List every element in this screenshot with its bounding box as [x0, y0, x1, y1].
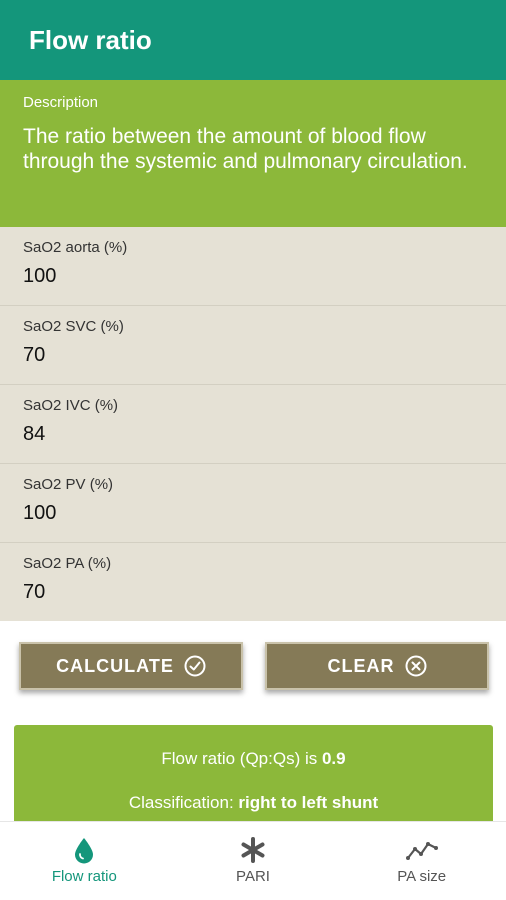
field-label: SaO2 PA (%): [23, 555, 112, 572]
line-chart-icon: [405, 842, 438, 860]
flow-ratio-value: 0.9: [321, 749, 346, 768]
field-sao2-svc: SaO2 SVC (%): [0, 306, 506, 385]
description-heading: Description: [23, 94, 99, 111]
flow-ratio-result: Flow ratio (Qp:Qs) is 0.9: [14, 749, 493, 769]
field-label: SaO2 IVC (%): [23, 397, 119, 414]
description-text: The ratio between the amount of blood fl…: [23, 125, 468, 173]
classification-value: right to left shunt: [238, 793, 379, 812]
clear-button[interactable]: CLEAR: [265, 642, 489, 690]
field-sao2-ivc: SaO2 IVC (%): [0, 385, 506, 464]
asterisk-icon: [241, 837, 265, 863]
field-label: SaO2 PV (%): [23, 476, 114, 493]
sao2-pa-input[interactable]: [23, 581, 483, 604]
page-title: Flow ratio: [29, 24, 152, 55]
flow-ratio-prefix: Flow ratio (Qp:Qs) is: [161, 749, 322, 768]
nav-item-pari[interactable]: PARI: [169, 822, 338, 900]
sao2-aorta-input[interactable]: [23, 265, 483, 288]
description-panel: Description The ratio between the amount…: [0, 80, 506, 227]
app-bar: Flow ratio: [0, 0, 506, 80]
nav-label: PARI: [236, 868, 270, 885]
x-circle-icon: [405, 655, 426, 677]
field-label: SaO2 aorta (%): [23, 239, 128, 256]
sao2-ivc-input[interactable]: [23, 423, 483, 446]
field-sao2-aorta: SaO2 aorta (%): [0, 227, 506, 306]
classification-prefix: Classification:: [128, 793, 239, 812]
nav-label: Flow ratio: [51, 868, 117, 885]
calculate-button[interactable]: CALCULATE: [19, 642, 243, 690]
result-panel: Flow ratio (Qp:Qs) is 0.9 Classification…: [14, 725, 493, 835]
nav-item-pa-size[interactable]: PA size: [337, 822, 506, 900]
input-fields: SaO2 aorta (%) SaO2 SVC (%) SaO2 IVC (%)…: [0, 227, 506, 621]
drop-icon: [75, 838, 94, 864]
field-label: SaO2 SVC (%): [23, 318, 124, 335]
sao2-svc-input[interactable]: [23, 344, 483, 367]
clear-button-label: CLEAR: [327, 655, 395, 676]
field-sao2-pv: SaO2 PV (%): [0, 464, 506, 543]
field-sao2-pa: SaO2 PA (%): [0, 543, 506, 622]
sao2-pv-input[interactable]: [23, 502, 483, 525]
check-circle-icon: [184, 655, 206, 677]
calculate-button-label: CALCULATE: [56, 655, 174, 676]
classification-result: Classification: right to left shunt: [14, 793, 493, 813]
bottom-nav: Flow ratio PARI PA size: [0, 821, 506, 900]
nav-item-flow-ratio[interactable]: Flow ratio: [0, 822, 169, 900]
nav-label: PA size: [397, 868, 447, 885]
